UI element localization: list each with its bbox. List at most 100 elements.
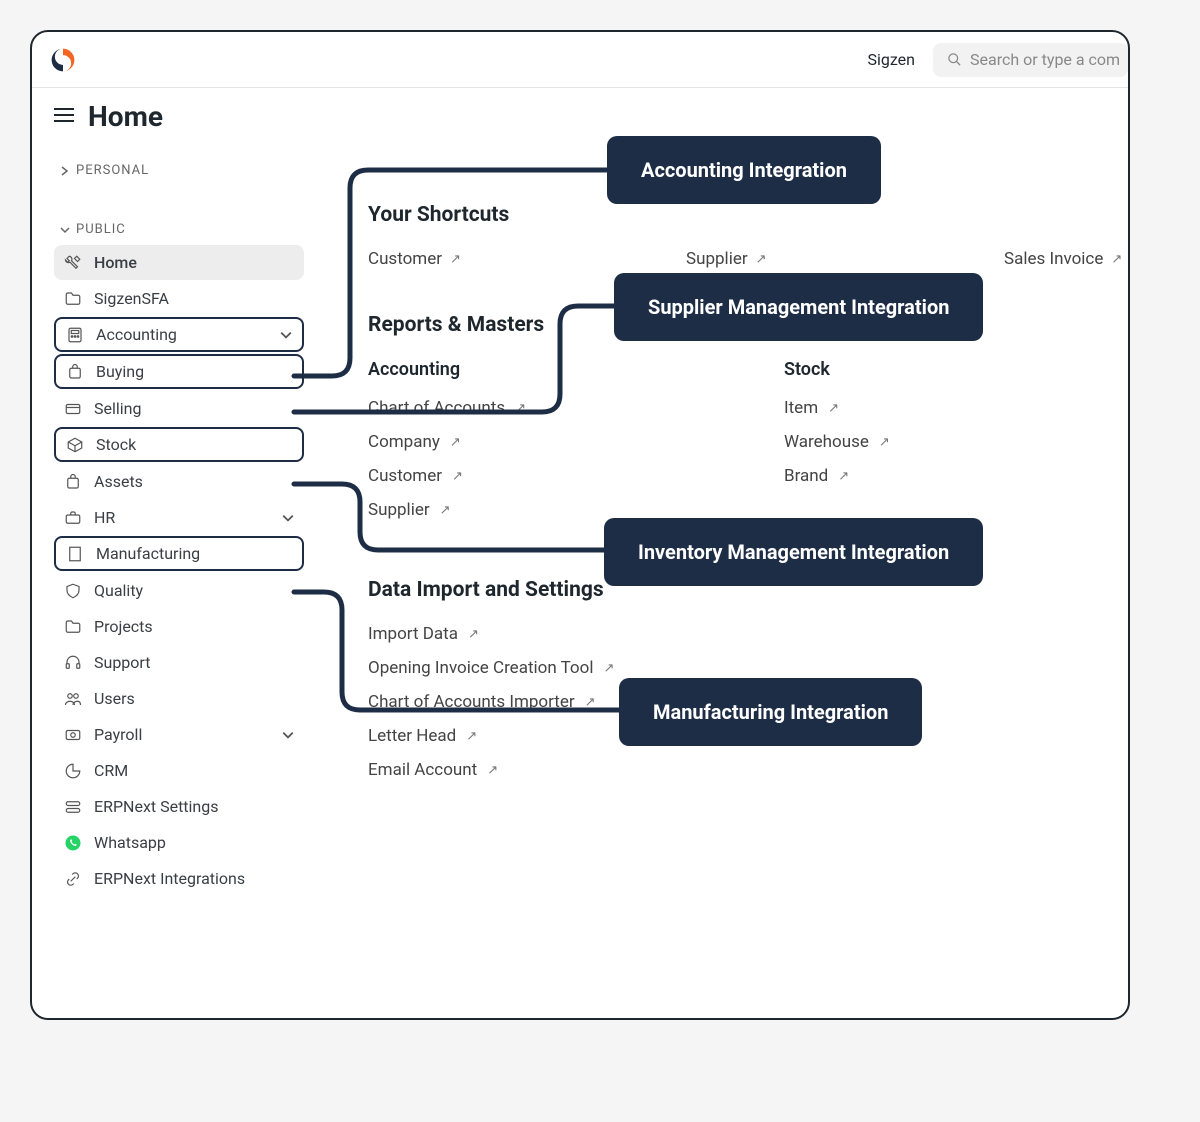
shortcut-label: Sales Invoice (1004, 249, 1103, 269)
sidebar-item-label: Home (94, 253, 294, 272)
sidebar-section-personal[interactable]: PERSONAL (50, 155, 308, 186)
users-icon (64, 690, 82, 708)
external-link-icon: ↗ (487, 763, 498, 778)
link-label: Letter Head (368, 726, 456, 746)
page-header: Home (32, 88, 1128, 133)
sidebar-item-manufacturing[interactable]: Manufacturing (54, 536, 304, 571)
shield-icon (64, 582, 82, 600)
external-link-icon: ↗ (466, 729, 477, 744)
sidebar-item-label: Assets (94, 472, 294, 491)
column-title: Stock (784, 359, 1130, 380)
column-title: Accounting (368, 359, 784, 380)
external-link-icon: ↗ (440, 503, 451, 518)
link-label: Email Account (368, 760, 477, 780)
section-title-shortcuts: Your Shortcuts (368, 203, 1130, 227)
card-icon (64, 400, 82, 418)
box-icon (66, 436, 84, 454)
external-link-icon: ↗ (585, 695, 596, 710)
link-supplier[interactable]: Supplier ↗ (368, 500, 784, 520)
external-link-icon: ↗ (838, 469, 849, 484)
link-label: Item (784, 398, 818, 418)
bag-icon (64, 473, 82, 491)
sidebar-item-accounting[interactable]: Accounting (54, 317, 304, 352)
reports-columns: Accounting Chart of Accounts↗ Company↗ C… (368, 359, 1130, 534)
sidebar-item-label: Accounting (96, 325, 268, 344)
sidebar-item-label: CRM (94, 761, 294, 780)
column-accounting: Accounting Chart of Accounts↗ Company↗ C… (368, 359, 784, 534)
external-link-icon: ↗ (1111, 252, 1122, 267)
pie-icon (64, 762, 82, 780)
callout-supplier-integration: Supplier Management Integration (614, 273, 983, 341)
link-brand[interactable]: Brand ↗ (784, 466, 1130, 486)
external-link-icon: ↗ (515, 401, 526, 416)
link-email-account[interactable]: Email Account ↗ (368, 760, 1130, 780)
link-label: Chart of Accounts Importer (368, 692, 575, 712)
external-link-icon: ↗ (603, 661, 614, 676)
page-title: Home (88, 100, 163, 133)
link-opening-invoice-tool[interactable]: Opening Invoice Creation Tool ↗ (368, 658, 1130, 678)
sidebar-item-support[interactable]: Support (54, 645, 304, 680)
sidebar-item-label: ERPNext Settings (94, 797, 294, 816)
external-link-icon: ↗ (756, 252, 767, 267)
sidebar-item-hr[interactable]: HR (54, 500, 304, 535)
external-link-icon: ↗ (879, 435, 890, 450)
sidebar-item-home[interactable]: Home (54, 245, 304, 280)
sidebar-item-label: Stock (96, 435, 292, 454)
sidebar-item-sigzensfa[interactable]: SigzenSFA (54, 281, 304, 316)
shortcut-customer[interactable]: Customer ↗ (368, 249, 686, 269)
briefcase-icon (64, 509, 82, 527)
sidebar: PERSONAL PUBLIC Home SigzenSFA Accountin… (44, 143, 314, 897)
calculator-icon (66, 326, 84, 344)
sidebar-item-assets[interactable]: Assets (54, 464, 304, 499)
sidebar-item-label: Selling (94, 399, 294, 418)
sidebar-item-projects[interactable]: Projects (54, 609, 304, 644)
sidebar-section-public[interactable]: PUBLIC (50, 214, 308, 245)
shortcut-label: Customer (368, 249, 442, 269)
callout-accounting-integration: Accounting Integration (607, 136, 881, 204)
money-icon (64, 726, 82, 744)
sidebar-item-users[interactable]: Users (54, 681, 304, 716)
link-customer[interactable]: Customer↗ (368, 466, 784, 486)
callout-manufacturing-integration: Manufacturing Integration (619, 678, 922, 746)
shortcut-label: Supplier (686, 249, 748, 269)
sidebar-item-quality[interactable]: Quality (54, 573, 304, 608)
sidebar-item-buying[interactable]: Buying (54, 354, 304, 389)
chevron-down-icon (60, 225, 70, 235)
shortcut-sales-invoice[interactable]: Sales Invoice ↗ (1004, 249, 1122, 269)
sidebar-item-selling[interactable]: Selling (54, 391, 304, 426)
sidebar-item-erpnext-integrations[interactable]: ERPNext Integrations (54, 861, 304, 896)
sidebar-item-label: Users (94, 689, 294, 708)
external-link-icon: ↗ (468, 627, 479, 642)
column-stock: Stock Item↗ Warehouse ↗ Brand ↗ (784, 359, 1130, 534)
body: PERSONAL PUBLIC Home SigzenSFA Accountin… (32, 133, 1128, 897)
link-label: Opening Invoice Creation Tool (368, 658, 593, 678)
sidebar-item-payroll[interactable]: Payroll (54, 717, 304, 752)
link-label: Import Data (368, 624, 458, 644)
link-label: Brand (784, 466, 828, 486)
company-name[interactable]: Sigzen (867, 50, 915, 69)
whatsapp-icon (64, 834, 82, 852)
sidebar-item-label: HR (94, 508, 270, 527)
sidebar-item-stock[interactable]: Stock (54, 427, 304, 462)
link-label: Supplier (368, 500, 430, 520)
sidebar-item-whatsapp[interactable]: Whatsapp (54, 825, 304, 860)
link-company[interactable]: Company↗ (368, 432, 784, 452)
shortcut-supplier[interactable]: Supplier ↗ (686, 249, 1004, 269)
link-chart-of-accounts[interactable]: Chart of Accounts↗ (368, 398, 784, 418)
topbar-right: Sigzen Search or type a com (867, 43, 1128, 77)
sidebar-item-crm[interactable]: CRM (54, 753, 304, 788)
sidebar-item-label: Support (94, 653, 294, 672)
link-import-data[interactable]: Import Data ↗ (368, 624, 1130, 644)
hamburger-icon[interactable] (54, 107, 74, 127)
chevron-down-icon (282, 512, 294, 524)
link-item[interactable]: Item↗ (784, 398, 1130, 418)
link-label: Warehouse (784, 432, 869, 452)
folder-icon (64, 618, 82, 636)
link-warehouse[interactable]: Warehouse ↗ (784, 432, 1130, 452)
sidebar-item-label: Whatsapp (94, 833, 294, 852)
external-link-icon: ↗ (450, 252, 461, 267)
sidebar-item-erpnext-settings[interactable]: ERPNext Settings (54, 789, 304, 824)
headset-icon (64, 654, 82, 672)
shortcuts-row: Customer ↗ Supplier ↗ Sales Invoice ↗ (368, 249, 1130, 269)
search-input[interactable]: Search or type a com (933, 43, 1128, 77)
